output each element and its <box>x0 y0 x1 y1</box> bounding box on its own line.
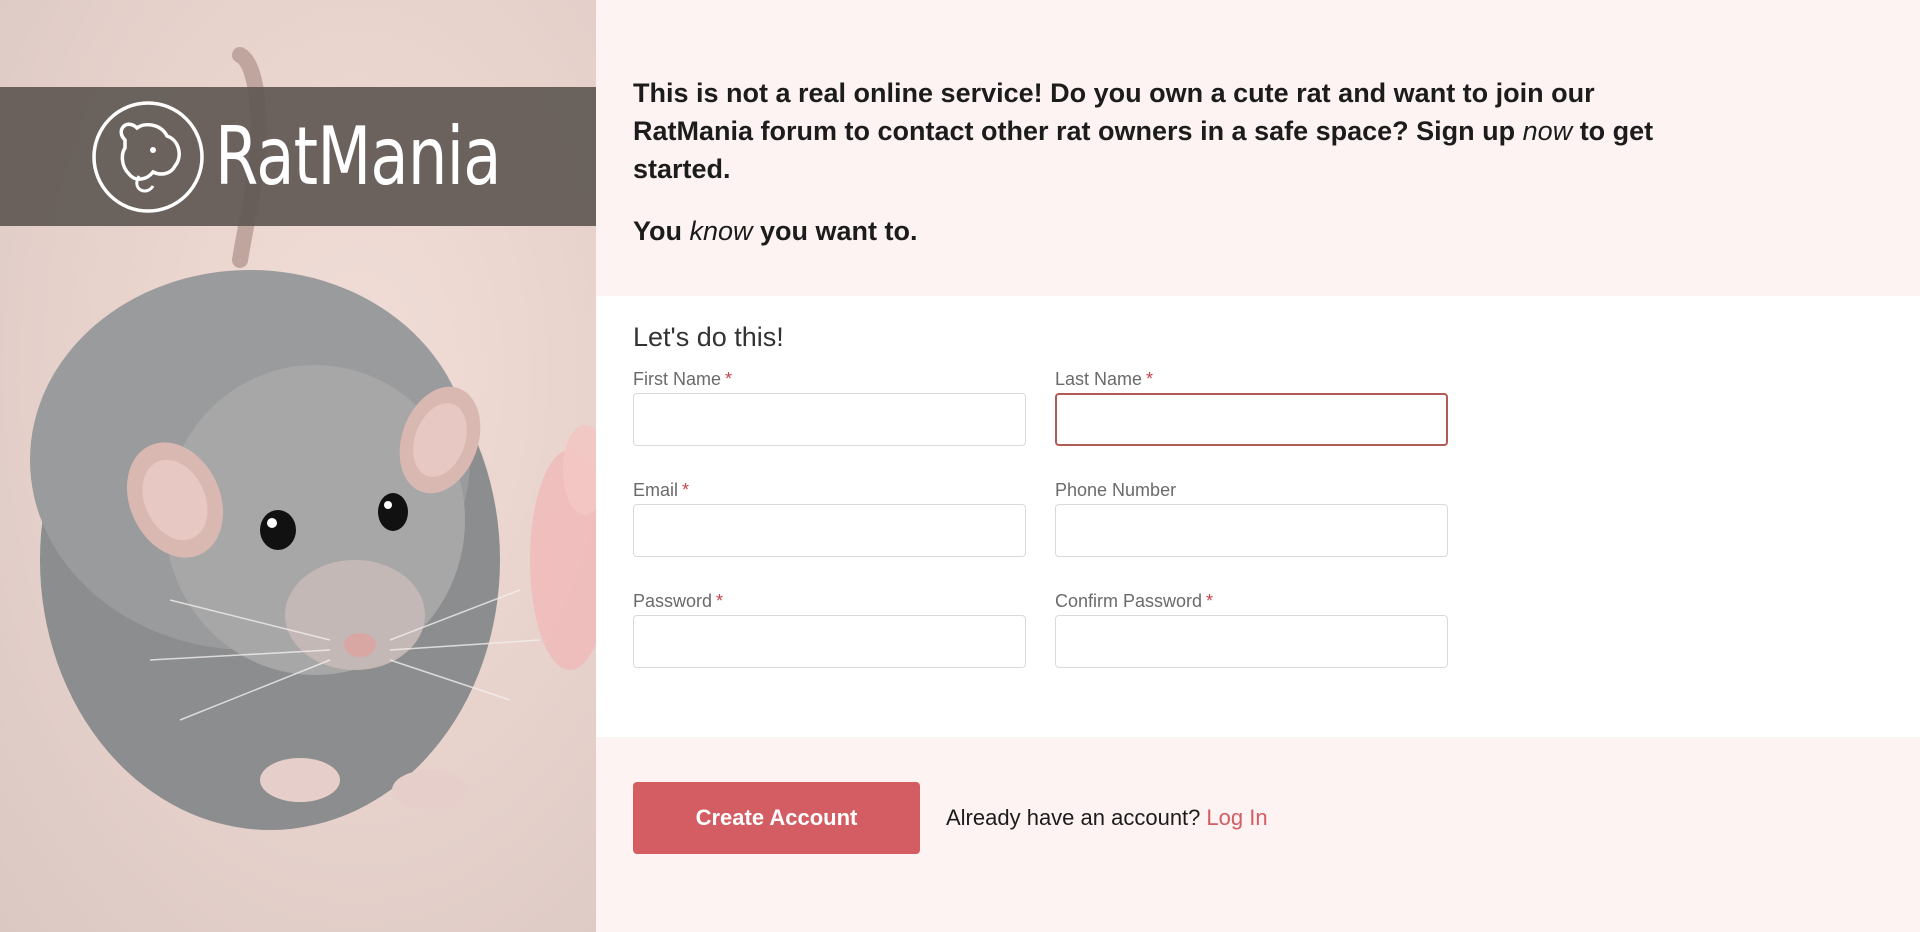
create-account-button[interactable]: Create Account <box>633 782 920 854</box>
password-input[interactable] <box>633 615 1026 668</box>
phone-group: Phone Number <box>1055 480 1448 591</box>
confirm-password-label: Confirm Password <box>1055 591 1203 611</box>
login-prompt: Already have an account? Log In <box>946 805 1268 831</box>
required-marker: * <box>682 480 690 500</box>
last-name-input[interactable] <box>1055 393 1448 446</box>
signup-main: This is not a real online service! Do yo… <box>596 0 1920 932</box>
rat-head-icon <box>92 100 204 213</box>
logo-band: RatMania <box>0 87 596 226</box>
phone-input[interactable] <box>1055 504 1448 557</box>
form-title: Let's do this! <box>633 322 784 352</box>
password-group: Password * <box>633 591 1026 702</box>
required-marker: * <box>716 591 724 611</box>
last-name-label: Last Name <box>1055 369 1143 389</box>
required-marker: * <box>725 369 733 389</box>
email-group: Email * <box>633 480 1026 591</box>
email-input[interactable] <box>633 504 1026 557</box>
first-name-label: First Name <box>633 369 722 389</box>
signup-form: Let's do this! First Name * Last Name * Em… <box>596 296 1920 737</box>
first-name-group: First Name * <box>633 369 1026 480</box>
confirm-password-group: Confirm Password * <box>1055 591 1448 702</box>
login-link[interactable]: Log In <box>1206 805 1267 830</box>
email-label: Email <box>633 480 679 500</box>
intro-paragraph: This is not a real online service! Do yo… <box>633 78 1654 184</box>
required-marker: * <box>1206 591 1214 611</box>
signup-page: RatMania This is not a real online servi… <box>0 0 1920 932</box>
intro-tagline: You know you want to. <box>633 216 918 246</box>
phone-label: Phone Number <box>1055 480 1177 500</box>
intro-text: This is not a real online service! Do yo… <box>596 0 1696 250</box>
hero-panel: RatMania <box>0 0 596 932</box>
last-name-group: Last Name * <box>1055 369 1448 480</box>
login-prompt-text: Already have an account? <box>946 805 1201 830</box>
required-marker: * <box>1146 369 1154 389</box>
first-name-input[interactable] <box>633 393 1026 446</box>
brand-name: RatMania <box>215 110 501 203</box>
password-label: Password <box>633 591 713 611</box>
form-actions: Create Account Already have an account? L… <box>596 737 1920 854</box>
confirm-password-input[interactable] <box>1055 615 1448 668</box>
